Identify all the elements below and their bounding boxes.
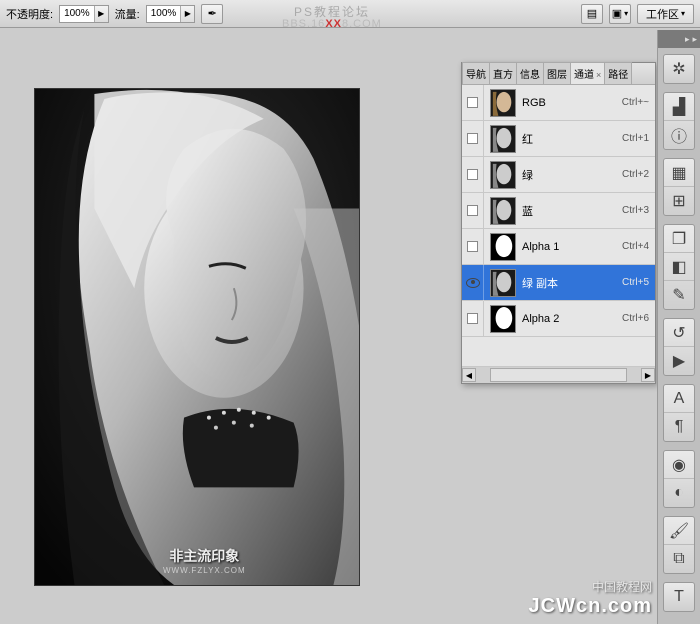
chevron-right-icon[interactable]: ▶ <box>94 6 108 22</box>
opacity-input[interactable]: 100% ▶ <box>59 5 109 23</box>
visibility-toggle[interactable] <box>462 121 484 157</box>
tab-4[interactable]: 通道× <box>570 62 605 84</box>
toolbar-collapse[interactable]: ▸▸ <box>658 30 700 48</box>
history-icon[interactable]: ↺ <box>664 319 694 347</box>
channel-thumb <box>490 125 516 153</box>
right-toolbar: ▸▸ ✲ ▟ⓘ ▦⊞ ❐◧✎ ↺▶ A¶ ◉◐ 🖌⧉ T <box>657 30 700 624</box>
channel-name: Alpha 1 <box>522 241 622 253</box>
swatches-icon[interactable]: ▦ <box>664 159 694 187</box>
visibility-checkbox[interactable] <box>467 313 478 324</box>
channel-shortcut: Ctrl+~ <box>622 97 649 108</box>
channel-name: 红 <box>522 131 622 147</box>
channel-row-1[interactable]: 红Ctrl+1 <box>462 121 655 157</box>
channel-row-4[interactable]: Alpha 1Ctrl+4 <box>462 229 655 265</box>
channel-name: 蓝 <box>522 203 622 219</box>
panel-scrollbar[interactable]: ◀ ▶ <box>462 367 655 383</box>
visibility-toggle[interactable] <box>462 265 484 301</box>
tab-2[interactable]: 信息 <box>516 62 544 84</box>
channel-name: 绿 <box>522 167 622 183</box>
info-icon[interactable]: ⓘ <box>664 121 694 149</box>
adjust-icon[interactable]: ◐ <box>664 479 694 507</box>
panel-tabs: 导航直方信息图层通道×路径 <box>462 63 655 85</box>
channel-row-2[interactable]: 绿Ctrl+2 <box>462 157 655 193</box>
channel-name: 绿 副本 <box>522 275 622 291</box>
clone-icon[interactable]: ⧉ <box>664 545 694 573</box>
wheel-icon[interactable]: ✲ <box>664 55 694 83</box>
actions-icon[interactable]: ▶ <box>664 347 694 375</box>
bridge-icon[interactable]: ▣▾ <box>609 4 631 24</box>
visibility-checkbox[interactable] <box>467 241 478 252</box>
character-icon[interactable]: A <box>664 385 694 413</box>
tab-5[interactable]: 路径 <box>604 62 632 84</box>
tab-1[interactable]: 直方 <box>489 62 517 84</box>
workspace-button[interactable]: 工作区▾ <box>637 4 694 24</box>
channel-row-3[interactable]: 蓝Ctrl+3 <box>462 193 655 229</box>
channel-thumb <box>490 305 516 333</box>
channel-row-0[interactable]: RGBCtrl+~ <box>462 85 655 121</box>
visibility-toggle[interactable] <box>462 301 484 337</box>
visibility-checkbox[interactable] <box>467 133 478 144</box>
visibility-toggle[interactable] <box>462 193 484 229</box>
paths-icon[interactable]: ✎ <box>664 281 694 309</box>
channel-thumb <box>490 89 516 117</box>
channels-icon[interactable]: ◧ <box>664 253 694 281</box>
flow-label: 流量: <box>115 6 140 22</box>
channels-empty-row <box>462 337 655 367</box>
document-icon[interactable]: ▤ <box>581 4 603 24</box>
canvas-image[interactable]: 非主流印象 WWW.FZLYX.COM <box>34 88 360 586</box>
brush-icon[interactable]: 🖌 <box>664 517 694 545</box>
channel-thumb <box>490 233 516 261</box>
visibility-toggle[interactable] <box>462 157 484 193</box>
photo-watermark: 非主流印象 WWW.FZLYX.COM <box>163 546 246 575</box>
crop-preset-icon[interactable]: ⊞ <box>664 187 694 215</box>
scroll-right-icon[interactable]: ▶ <box>641 368 655 382</box>
site-watermark: 中国教程网 JCWcn.com <box>529 578 652 618</box>
styles-icon[interactable]: ◉ <box>664 451 694 479</box>
airbrush-icon[interactable]: ✒ <box>201 4 223 24</box>
channel-name: RGB <box>522 97 622 109</box>
tab-3[interactable]: 图层 <box>543 62 571 84</box>
scroll-track[interactable] <box>490 368 627 382</box>
channel-shortcut: Ctrl+1 <box>622 133 649 144</box>
channel-shortcut: Ctrl+6 <box>622 313 649 324</box>
channels-list: RGBCtrl+~红Ctrl+1绿Ctrl+2蓝Ctrl+3Alpha 1Ctr… <box>462 85 655 337</box>
histogram-icon[interactable]: ▟ <box>664 93 694 121</box>
channel-shortcut: Ctrl+5 <box>622 277 649 288</box>
channel-thumb <box>490 161 516 189</box>
channel-thumb <box>490 269 516 297</box>
channel-row-5[interactable]: 绿 副本Ctrl+5 <box>462 265 655 301</box>
opacity-label: 不透明度: <box>6 6 53 22</box>
visibility-toggle[interactable] <box>462 85 484 121</box>
eye-icon <box>466 278 480 288</box>
channel-name: Alpha 2 <box>522 313 622 325</box>
channels-panel: 导航直方信息图层通道×路径 RGBCtrl+~红Ctrl+1绿Ctrl+2蓝Ct… <box>461 62 656 384</box>
visibility-checkbox[interactable] <box>467 205 478 216</box>
channel-shortcut: Ctrl+3 <box>622 205 649 216</box>
tab-0[interactable]: 导航 <box>462 62 490 84</box>
type-icon[interactable]: T <box>664 583 694 611</box>
channel-row-6[interactable]: Alpha 2Ctrl+6 <box>462 301 655 337</box>
flow-input[interactable]: 100% ▶ <box>146 5 196 23</box>
visibility-checkbox[interactable] <box>467 97 478 108</box>
visibility-toggle[interactable] <box>462 229 484 265</box>
paragraph-icon[interactable]: ¶ <box>664 413 694 441</box>
channel-shortcut: Ctrl+4 <box>622 241 649 252</box>
channel-shortcut: Ctrl+2 <box>622 169 649 180</box>
channel-thumb <box>490 197 516 225</box>
scroll-left-icon[interactable]: ◀ <box>462 368 476 382</box>
visibility-checkbox[interactable] <box>467 169 478 180</box>
chevron-right-icon[interactable]: ▶ <box>180 6 194 22</box>
layers-icon[interactable]: ❐ <box>664 225 694 253</box>
